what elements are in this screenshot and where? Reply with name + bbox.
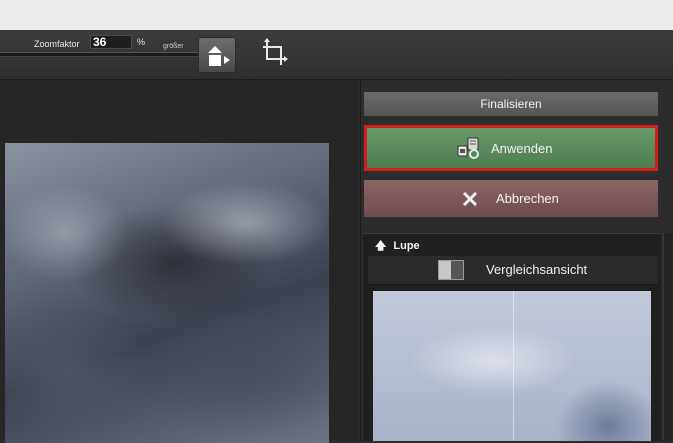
cancel-label: Abbrechen (496, 191, 559, 206)
arrow-up-icon: 🡅 (375, 240, 387, 252)
zoom-slider[interactable] (0, 52, 200, 57)
compare-view-bar: Vergleichsansicht (368, 256, 658, 285)
crop-rotate-icon (263, 38, 288, 65)
right-panel: Finalisieren Anwenden Abbrechen 🡅 Lupe V… (360, 80, 673, 441)
image-canvas[interactable] (5, 143, 329, 443)
cancel-button[interactable]: Abbrechen (364, 180, 658, 217)
zoom-factor-input[interactable] (90, 35, 132, 49)
zoom-in-button[interactable] (198, 37, 236, 73)
zoom-factor-label: Zoomfaktor (34, 39, 80, 49)
close-x-icon (462, 191, 478, 206)
apply-label: Anwenden (491, 140, 553, 156)
crop-rotate-button[interactable] (257, 37, 291, 71)
window-titlebar (0, 0, 673, 30)
image-workspace (0, 80, 359, 443)
split-compare-icon[interactable] (438, 260, 464, 280)
zoom-unit-label: % (137, 37, 146, 47)
panel-scrollbar[interactable] (663, 233, 673, 440)
magnifier-panel: 🡅 Lupe Vergleichsansicht (363, 233, 661, 441)
zoom-in-arrow-icon (208, 46, 230, 66)
apply-button[interactable]: Anwenden (364, 125, 658, 171)
compare-view-label: Vergleichsansicht (486, 262, 588, 277)
bigger-label: größer (163, 43, 184, 50)
magnifier-preview[interactable] (373, 291, 651, 441)
apply-document-icon (457, 137, 479, 159)
toolbar: Zoomfaktor % größer (0, 30, 673, 80)
compare-divider-line[interactable] (513, 291, 514, 441)
magnifier-header[interactable]: 🡅 Lupe (375, 237, 420, 256)
magnifier-label: Lupe (393, 240, 420, 252)
finalize-title: Finalisieren (364, 92, 658, 116)
